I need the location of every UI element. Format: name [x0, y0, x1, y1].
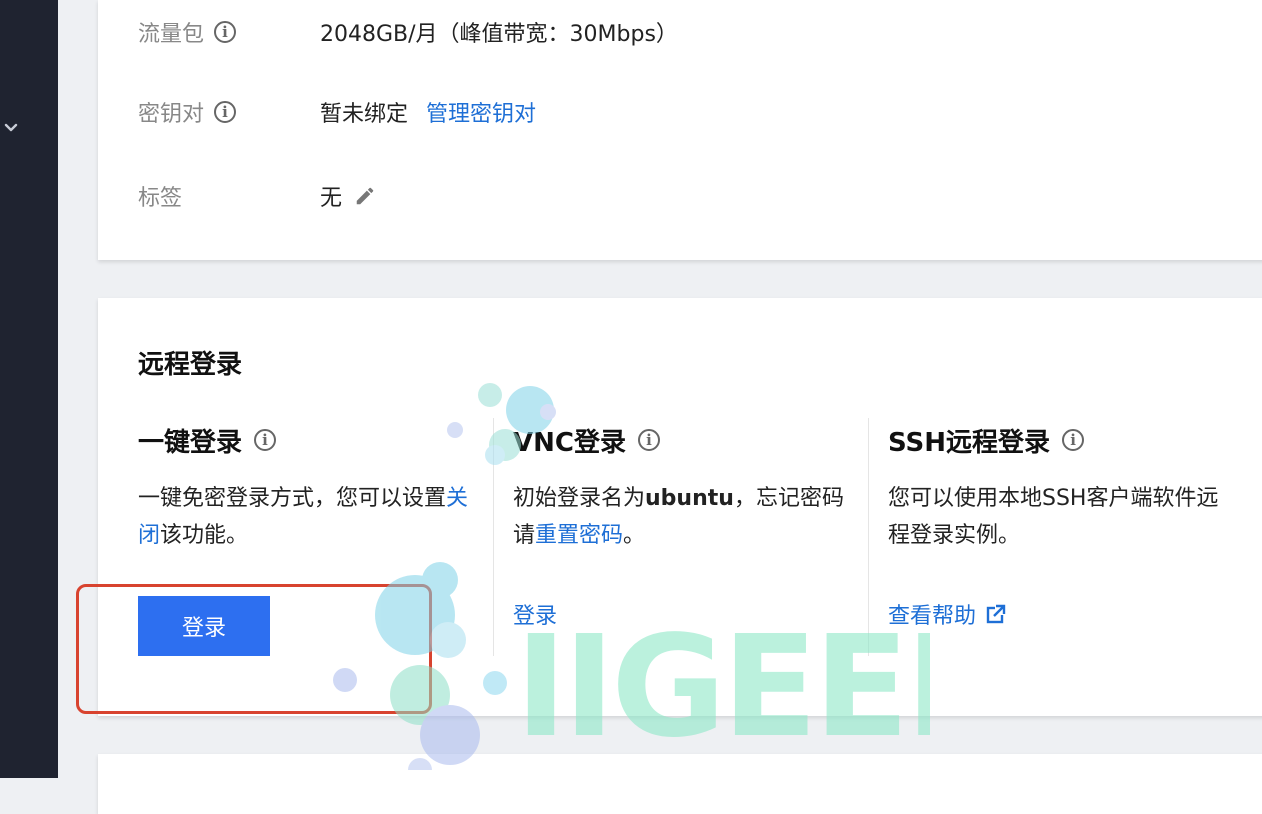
- traffic-label: 流量包 i: [138, 16, 320, 48]
- traffic-value: 2048GB/月（峰值带宽：30Mbps）: [320, 22, 678, 47]
- manage-keypair-link[interactable]: 管理密钥对: [426, 96, 536, 128]
- column-divider: [493, 418, 494, 656]
- info-circle-icon[interactable]: i: [214, 101, 237, 123]
- remote-login-title: 远程登录: [138, 350, 243, 380]
- vnc-login-link[interactable]: 登录: [513, 598, 557, 630]
- ssh-login-section: SSH远程登录 i 您可以使用本地SSH客户端软件远程登录实例。: [888, 418, 1228, 554]
- one-click-login-desc: 一键免密登录方式，您可以设置关闭该功能。: [138, 486, 469, 548]
- info-circle-icon[interactable]: i: [254, 429, 277, 451]
- ssh-login-title: SSH远程登录 i: [888, 418, 1228, 462]
- vnc-login-section: VNC登录 i 初始登录名为ubuntu，忘记密码请重置密码。: [513, 418, 853, 554]
- one-click-login-section: 一键登录 i 一键免密登录方式，您可以设置关闭该功能。: [138, 418, 478, 554]
- chevron-down-icon[interactable]: [3, 120, 19, 136]
- ssh-login-desc: 您可以使用本地SSH客户端软件远程登录实例。: [888, 486, 1219, 548]
- pencil-icon[interactable]: [354, 185, 376, 207]
- info-circle-icon[interactable]: i: [637, 429, 660, 451]
- traffic-row: 流量包 i 2048GB/月（峰值带宽：30Mbps）: [138, 12, 678, 52]
- one-click-login-title: 一键登录 i: [138, 418, 478, 462]
- column-divider: [868, 418, 869, 656]
- info-circle-icon[interactable]: i: [1062, 429, 1085, 451]
- reset-password-link[interactable]: 重置密码: [535, 523, 623, 548]
- info-circle-icon[interactable]: i: [214, 21, 237, 43]
- next-card: [98, 754, 1262, 814]
- keypair-value: 暂未绑定: [320, 102, 409, 127]
- tags-label: 标签: [138, 186, 183, 211]
- tags-row: 标签 无: [138, 176, 376, 216]
- external-link-icon: [986, 604, 1006, 624]
- tags-value: 无: [320, 186, 343, 211]
- keypair-label: 密钥对 i: [138, 96, 320, 128]
- instance-info-card: 流量包 i 2048GB/月（峰值带宽：30Mbps） 密钥对 i 暂未绑定 管…: [98, 0, 1262, 260]
- highlight-annotation: [76, 584, 432, 714]
- view-help-link[interactable]: 查看帮助: [888, 598, 1006, 630]
- keypair-row: 密钥对 i 暂未绑定 管理密钥对: [138, 92, 536, 132]
- vnc-login-desc: 初始登录名为ubuntu，忘记密码请重置密码。: [513, 486, 844, 548]
- sidebar: [0, 0, 58, 778]
- vnc-login-title: VNC登录 i: [513, 418, 853, 462]
